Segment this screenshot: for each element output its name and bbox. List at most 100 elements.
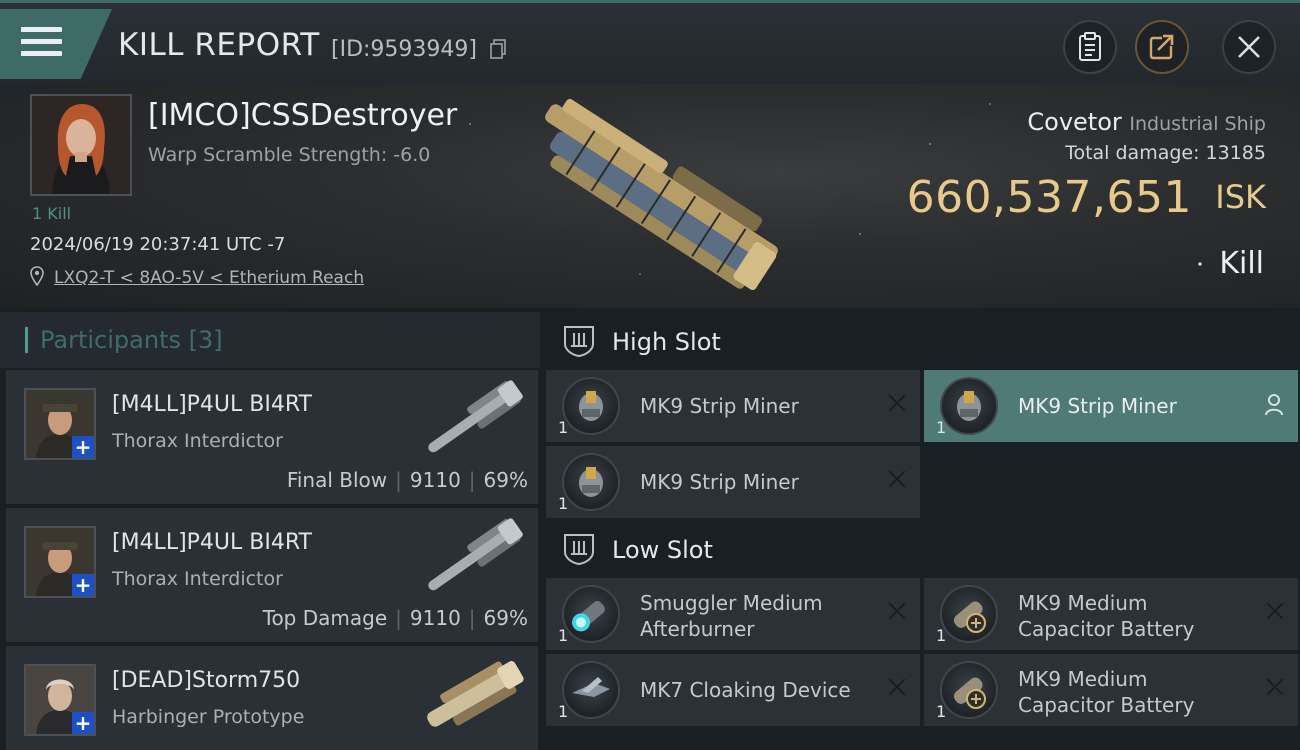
- high-slot-header: High Slot: [546, 318, 1300, 366]
- module-name: Smuggler Medium Afterburner: [640, 591, 823, 641]
- module-item[interactable]: 1 MK9 Medium Capacitor Battery: [924, 654, 1298, 726]
- strip-miner-icon: [562, 453, 620, 511]
- module-item[interactable]: 1 MK7 Cloaking Device: [546, 654, 920, 726]
- participant-row[interactable]: + [M4LL]P4UL BI4RT Thorax Interdictor Fi…: [6, 370, 538, 504]
- header-bar: KILL REPORT [ID:9593949]: [0, 0, 1300, 84]
- low-slot-icon: [564, 534, 594, 566]
- participants-count: [3]: [188, 326, 223, 354]
- victim-ship-class: Covetor Industrial Ship: [1027, 108, 1266, 136]
- capacitor-battery-icon: [940, 585, 998, 643]
- isk-value: 660,537,651: [906, 172, 1192, 223]
- cloaking-device-icon: [562, 661, 620, 719]
- close-button[interactable]: [1222, 20, 1276, 74]
- capacitor-battery-icon: [940, 661, 998, 719]
- add-contact-icon[interactable]: +: [72, 574, 94, 596]
- participant-name: [M4LL]P4UL BI4RT: [112, 392, 312, 417]
- module-item[interactable]: 1 MK9 Strip Miner: [546, 370, 920, 442]
- participant-role: Final Blow: [286, 468, 388, 492]
- victim-banner: [IMCO]CSSDestroyer Warp Scramble Strengt…: [0, 84, 1300, 308]
- location-link[interactable]: LXQ2-T < 8AO-5V < Etherium Reach: [54, 268, 364, 288]
- copy-icon[interactable]: [490, 39, 506, 59]
- kill-type: Kill: [1219, 246, 1264, 281]
- module-quantity: 1: [936, 702, 947, 721]
- warp-scramble-strength: Warp Scramble Strength: -6.0: [148, 144, 431, 166]
- clipboard-icon: [1079, 32, 1101, 61]
- module-item[interactable]: 1 MK9 Strip Miner: [546, 446, 920, 518]
- low-slot-header: Low Slot: [546, 526, 1300, 574]
- module-quantity: 1: [936, 418, 947, 437]
- destroyed-x-icon: [888, 678, 906, 696]
- participant-ship: Thorax Interdictor: [112, 430, 283, 452]
- module-name: MK9 Strip Miner: [640, 470, 799, 494]
- victim-name[interactable]: [IMCO]CSSDestroyer: [148, 98, 457, 133]
- afterburner-icon: [562, 585, 620, 643]
- add-contact-icon[interactable]: +: [72, 436, 94, 458]
- harbinger-ship-image: [427, 661, 524, 727]
- strip-miner-icon: [940, 377, 998, 435]
- high-slot-icon: [564, 326, 594, 358]
- module-quantity: 1: [936, 626, 947, 645]
- participant-stats: Top Damage | 9110 | 69%: [262, 606, 528, 630]
- location-pin-icon: [30, 266, 44, 286]
- module-name: MK9 Strip Miner: [1018, 394, 1177, 418]
- destroyed-x-icon: [888, 602, 906, 620]
- module-name: MK9 Medium Capacitor Battery: [1018, 667, 1195, 717]
- participant-name: [M4LL]P4UL BI4RT: [112, 530, 312, 555]
- module-name: MK9 Medium Capacitor Battery: [1018, 591, 1195, 641]
- add-contact-icon[interactable]: +: [72, 712, 94, 734]
- participant-name: [DEAD]Storm750: [112, 668, 301, 693]
- close-icon: [1238, 36, 1260, 58]
- participant-ship: Thorax Interdictor: [112, 568, 283, 590]
- participant-avatar[interactable]: +: [24, 664, 96, 736]
- module-quantity: 1: [558, 418, 569, 437]
- module-item[interactable]: 1 MK9 Medium Capacitor Battery: [924, 578, 1298, 650]
- kill-timestamp: 2024/06/19 20:37:41 UTC -7: [30, 234, 286, 255]
- report-id: [ID:9593949]: [331, 37, 477, 62]
- ship-type: Industrial Ship: [1129, 113, 1266, 135]
- victim-avatar[interactable]: [30, 94, 132, 196]
- participant-avatar[interactable]: +: [24, 388, 96, 460]
- module-name: MK7 Cloaking Device: [640, 678, 851, 702]
- total-damage-label: Total damage:: [1065, 142, 1200, 164]
- participant-damage: 9110: [409, 468, 461, 492]
- participants-header: Participants [3]: [0, 312, 540, 368]
- participant-damage: 9110: [409, 606, 461, 630]
- share-icon: [1149, 34, 1175, 60]
- isk-unit: ISK: [1215, 178, 1266, 216]
- participant-row[interactable]: + [M4LL]P4UL BI4RT Thorax Interdictor To…: [6, 508, 538, 642]
- kill-count: 1 Kill: [32, 204, 72, 223]
- module-item-selected[interactable]: 1 MK9 Strip Miner: [924, 370, 1298, 442]
- module-quantity: 1: [558, 702, 569, 721]
- ship-name: Covetor: [1027, 108, 1122, 136]
- total-damage-value: 13185: [1205, 142, 1266, 164]
- low-slot-title: Low Slot: [612, 536, 713, 564]
- high-slot-title: High Slot: [612, 328, 721, 356]
- covetor-ship-image: [545, 98, 778, 291]
- thorax-ship-image: [428, 518, 523, 591]
- participants-title: Participants [3]: [40, 326, 223, 354]
- destroyed-x-icon: [1266, 602, 1284, 620]
- destroyed-x-icon: [888, 470, 906, 488]
- participant-stats: Final Blow | 9110 | 69%: [286, 468, 528, 492]
- thorax-ship-image: [428, 380, 523, 453]
- strip-miner-icon: [562, 377, 620, 435]
- menu-icon[interactable]: [21, 27, 62, 59]
- participants-accent-bar: [25, 327, 28, 353]
- participant-row[interactable]: + [DEAD]Storm750 Harbinger Prototype: [6, 646, 538, 750]
- destroyed-x-icon: [1266, 678, 1284, 696]
- participant-role: Top Damage: [262, 606, 388, 630]
- destroyed-x-icon: [888, 394, 906, 412]
- module-item[interactable]: 1 Smuggler Medium Afterburner: [546, 578, 920, 650]
- participant-ship: Harbinger Prototype: [112, 706, 305, 728]
- participant-percent: 69%: [483, 468, 528, 492]
- participant-percent: 69%: [483, 606, 528, 630]
- page-title: KILL REPORT: [118, 27, 320, 63]
- module-quantity: 1: [558, 494, 569, 513]
- module-name: MK9 Strip Miner: [640, 394, 799, 418]
- share-button[interactable]: [1135, 20, 1189, 74]
- clipboard-button[interactable]: [1063, 20, 1117, 74]
- module-quantity: 1: [558, 626, 569, 645]
- total-damage: Total damage: 13185: [1065, 142, 1266, 164]
- participant-avatar[interactable]: +: [24, 526, 96, 598]
- person-icon: [1265, 394, 1283, 416]
